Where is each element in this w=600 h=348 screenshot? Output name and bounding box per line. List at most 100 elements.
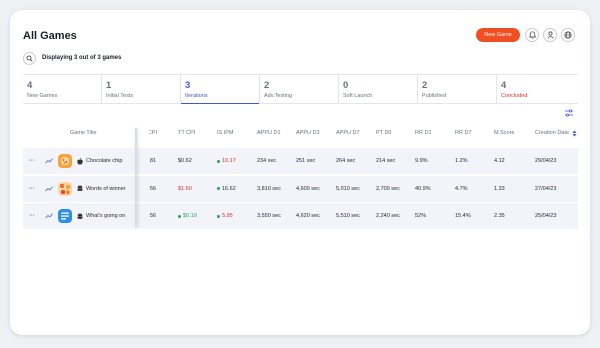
apple-icon	[77, 148, 83, 174]
tab-soft-launch[interactable]: 0 Soft Launch	[339, 75, 418, 103]
chart-icon[interactable]	[45, 176, 53, 202]
game-icon	[58, 148, 72, 174]
tab-new-games[interactable]: 4 New Games	[23, 75, 102, 103]
tab-label: Concluded	[501, 93, 528, 99]
table-row[interactable]: ··· Chocolate chip 81 $0.62 10.17 234 se…	[23, 148, 578, 174]
tab-label: Soft Launch	[343, 93, 373, 99]
more-options-icon[interactable]: ···	[29, 148, 35, 174]
appu-d7-value: 264 sec	[336, 158, 356, 164]
appu-d7-value: 5,010 sec	[336, 185, 360, 192]
notifications-button[interactable]	[525, 28, 539, 42]
table-row[interactable]: ··· Words of winner 56 $1.50 16.62 3,810…	[23, 175, 578, 202]
col-appu-d7[interactable]: APPU D7	[336, 127, 360, 139]
m-score-value: 1.33	[494, 185, 505, 192]
games-count-text: Displaying 3 out of 3 games	[42, 55, 122, 61]
android-icon	[77, 176, 83, 202]
filter-settings-icon[interactable]	[564, 108, 574, 118]
col-cpi[interactable]: CPI	[149, 127, 157, 139]
col-is-ipm[interactable]: IS IPM	[217, 127, 234, 139]
pt-d0-value: 2,240 sec	[376, 213, 400, 219]
tab-label: Iterations	[185, 93, 208, 99]
is-ipm-number: 5.95	[222, 213, 233, 219]
table-row[interactable]: ··· What's going on 56 $0.19 5.95 3,550 …	[23, 203, 578, 229]
col-m-score[interactable]: M.Score	[494, 127, 514, 139]
creation-date-value: 25/04/23	[535, 213, 557, 219]
more-options-icon[interactable]: ···	[29, 176, 35, 202]
appu-d7-value: 5,510 sec	[336, 213, 360, 219]
chart-icon[interactable]	[45, 203, 53, 229]
tab-count: 2	[422, 80, 428, 91]
tab-label: Initial Tests	[106, 93, 134, 99]
status-dot	[178, 214, 181, 218]
col-creation-date[interactable]: Creation Date	[535, 127, 577, 139]
pt-d0-value: 214 sec	[376, 158, 396, 164]
col-game-title[interactable]: Game Title	[70, 127, 97, 139]
tab-count: 1	[106, 80, 112, 91]
cpi-value: 56	[149, 213, 156, 219]
creation-date-value: 29/04/23	[535, 158, 557, 164]
tab-adv-testing[interactable]: 2 Adv.Testing	[260, 75, 339, 103]
tab-count: 2	[264, 80, 270, 91]
status-tabs: 4 New Games 1 Initial Tests 3 Iterations…	[23, 74, 578, 104]
globe-icon	[564, 31, 572, 39]
col-rr-d1[interactable]: RR D1	[415, 127, 432, 139]
game-icon	[58, 203, 72, 229]
game-title[interactable]: Chocolate chip	[86, 148, 122, 174]
appu-d1-value: 3,550 sec	[257, 213, 281, 219]
android-icon	[77, 203, 83, 229]
appu-d3-value: 251 sec	[296, 158, 316, 164]
tab-count: 0	[343, 80, 349, 91]
tab-iterations[interactable]: 3 Iterations	[181, 75, 260, 104]
tt-cpi-number: $0.19	[183, 213, 197, 219]
table-header: Game Title CPI TT CPI IS IPM APPU D1 APP…	[23, 127, 578, 139]
rr-d7-value: 4.7%	[455, 185, 468, 192]
is-ipm-value: 16.62	[217, 176, 236, 202]
is-ipm-number: 10.17	[222, 158, 236, 164]
rr-d1-value: 9.9%	[415, 158, 428, 164]
more-options-icon[interactable]: ···	[29, 203, 35, 229]
search-icon	[26, 55, 33, 62]
status-dot	[217, 159, 220, 163]
rr-d1-value: 52%	[415, 213, 427, 219]
tab-concluded[interactable]: 4 Concluded	[497, 75, 576, 103]
tab-published[interactable]: 2 Published	[418, 75, 497, 103]
m-score-value: 4.12	[494, 158, 505, 164]
chart-icon[interactable]	[45, 148, 53, 174]
tab-label: Published	[422, 93, 447, 99]
col-rr-d7[interactable]: RR D7	[455, 127, 472, 139]
language-button[interactable]	[561, 28, 575, 42]
appu-d1-value: 3,810 sec	[257, 185, 281, 192]
tab-count: 3	[185, 80, 191, 91]
appu-d1-value: 234 sec	[257, 158, 277, 164]
page-title: All Games	[23, 30, 77, 42]
profile-button[interactable]	[543, 28, 557, 42]
search-button[interactable]	[23, 52, 36, 65]
status-dot	[217, 187, 220, 190]
appu-d3-value: 4,600 sec	[296, 185, 320, 192]
sort-icon	[572, 130, 577, 136]
is-ipm-value: 10.17	[217, 148, 236, 174]
col-pt-d0[interactable]: PT D0	[376, 127, 392, 139]
creation-date-value: 27/04/23	[535, 185, 557, 192]
tab-count: 4	[27, 80, 33, 91]
col-creation-date-label: Creation Date	[535, 130, 569, 136]
frozen-column-divider[interactable]	[135, 128, 137, 227]
game-title[interactable]: What's going on	[86, 203, 125, 229]
cpi-value: 56	[149, 185, 156, 192]
tab-initial-tests[interactable]: 1 Initial Tests	[102, 75, 181, 103]
appu-d3-value: 4,620 sec	[296, 213, 320, 219]
col-tt-cpi[interactable]: TT CPI	[178, 127, 195, 139]
game-title[interactable]: Words of winner	[86, 176, 126, 202]
m-score-value: 2.35	[494, 213, 505, 219]
tt-cpi-value: $0.19	[178, 203, 197, 229]
tt-cpi-value: $0.62	[178, 158, 192, 164]
new-game-button[interactable]: New Game	[476, 28, 520, 42]
status-dot	[217, 214, 220, 218]
col-appu-d1[interactable]: APPU D1	[257, 127, 281, 139]
col-appu-d3[interactable]: APPU D3	[296, 127, 320, 139]
is-ipm-number: 16.62	[222, 185, 236, 192]
games-table-body: ··· Chocolate chip 81 $0.62 10.17 234 se…	[23, 148, 578, 231]
tab-label: Adv.Testing	[264, 93, 293, 99]
rr-d7-value: 15.4%	[455, 213, 471, 219]
is-ipm-value: 5.95	[217, 203, 233, 229]
